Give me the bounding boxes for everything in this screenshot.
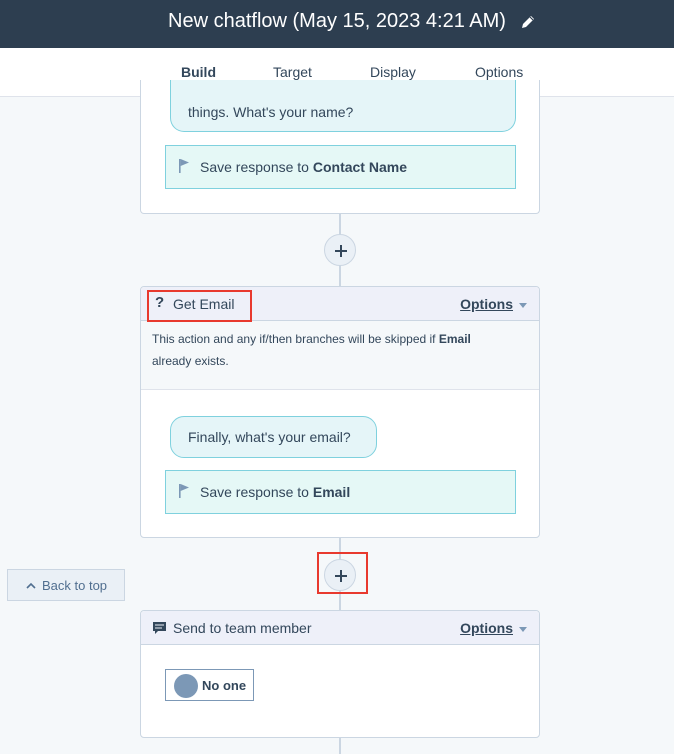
- options-dropdown[interactable]: Options: [460, 620, 527, 636]
- back-to-top-button[interactable]: Back to top: [7, 569, 125, 601]
- bot-message-text: Finally, what's your email?: [188, 429, 351, 445]
- save-prefix: Save response to: [200, 484, 309, 500]
- chevron-down-icon: [519, 302, 527, 308]
- top-bar: New chatflow (May 15, 2023 4:21 AM): [0, 0, 674, 48]
- save-prefix: Save response to: [200, 159, 309, 175]
- tab-build[interactable]: Build: [181, 64, 216, 80]
- flag-icon: [178, 483, 190, 502]
- save-response-box[interactable]: Save response to Contact Name: [165, 145, 516, 189]
- tab-options[interactable]: Options: [475, 64, 523, 80]
- tab-display[interactable]: Display: [370, 64, 416, 80]
- ask-name-card: things. What's your name? Save response …: [140, 80, 540, 214]
- save-property: Contact Name: [312, 159, 407, 175]
- plus-icon: [335, 570, 347, 582]
- add-action-button[interactable]: [324, 559, 356, 591]
- chevron-down-icon: [519, 626, 527, 632]
- tab-target[interactable]: Target: [273, 64, 312, 80]
- question-icon: ?: [155, 294, 165, 311]
- avatar: [174, 674, 198, 698]
- chevron-up-icon: [26, 582, 36, 589]
- page-title: New chatflow (May 15, 2023 4:21 AM): [168, 10, 506, 32]
- card-header: ? Get Email Options: [141, 287, 539, 321]
- flag-icon: [178, 158, 190, 177]
- skip-notice: This action and any if/then branches wil…: [141, 321, 539, 390]
- card-title: Get Email: [173, 296, 235, 312]
- save-response-box[interactable]: Save response to Email: [165, 470, 516, 514]
- bot-message-bubble[interactable]: things. What's your name?: [170, 80, 516, 132]
- owner-selector[interactable]: No one: [165, 669, 254, 701]
- card-title: Send to team member: [173, 620, 312, 636]
- options-dropdown[interactable]: Options: [460, 296, 527, 312]
- get-email-card: ? Get Email Options This action and any …: [140, 286, 540, 538]
- card-header: Send to team member Options: [141, 611, 539, 645]
- save-property: Email: [312, 484, 351, 500]
- bot-message-bubble[interactable]: Finally, what's your email?: [170, 416, 377, 458]
- add-action-button[interactable]: [324, 234, 356, 266]
- send-to-team-card: Send to team member Options No one: [140, 610, 540, 738]
- flow-connector: [339, 738, 341, 754]
- plus-icon: [335, 245, 347, 257]
- pencil-edit-icon[interactable]: [519, 13, 537, 31]
- chat-bubble-icon: [152, 621, 167, 640]
- bot-message-text: things. What's your name?: [188, 104, 354, 120]
